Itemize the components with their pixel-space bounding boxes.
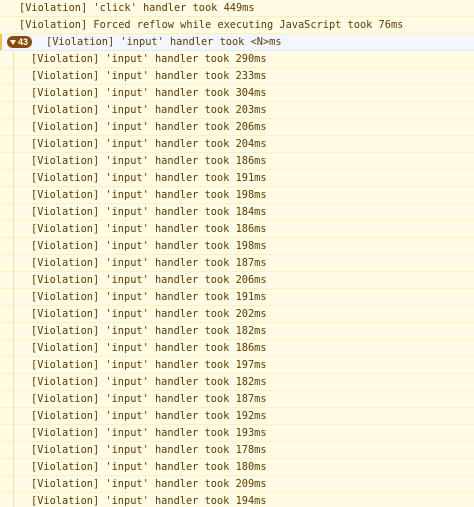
console-message[interactable]: [Violation] 'input' handler took 186ms	[0, 153, 474, 170]
console-message-text: [Violation] 'input' handler took 186ms	[31, 342, 267, 354]
console-message[interactable]: [Violation] 'input' handler took 191ms	[0, 170, 474, 187]
console-message[interactable]: [Violation] 'input' handler took 180ms	[0, 459, 474, 476]
console-message-text: [Violation] 'input' handler took 178ms	[31, 444, 267, 456]
console-message[interactable]: [Violation] 'input' handler took 194ms	[0, 493, 474, 507]
console-message-text: [Violation] 'input' handler took 184ms	[31, 206, 267, 218]
console-message-text: [Violation] 'input' handler took 202ms	[31, 308, 267, 320]
console-message[interactable]: [Violation] 'input' handler took 206ms	[0, 119, 474, 136]
console-message[interactable]: [Violation] 'input' handler took 187ms	[0, 391, 474, 408]
group-count-badge[interactable]: 43	[7, 36, 33, 48]
console-message[interactable]: [Violation] 'input' handler took 186ms	[0, 340, 474, 357]
group-count: 43	[18, 37, 29, 47]
group-accent-bar	[0, 34, 2, 50]
console-message[interactable]: [Violation] 'input' handler took 192ms	[0, 408, 474, 425]
console-message[interactable]: [Violation] 'input' handler took 209ms	[0, 476, 474, 493]
console-message-text: [Violation] 'input' handler took 233ms	[31, 70, 267, 82]
console-message-text: [Violation] 'input' handler took 206ms	[31, 274, 267, 286]
console-message-text: [Violation] Forced reflow while executin…	[19, 19, 404, 31]
console-message-text: [Violation] 'input' handler took 198ms	[31, 189, 267, 201]
console-message-text: [Violation] 'input' handler took 198ms	[31, 240, 267, 252]
console-message[interactable]: [Violation] 'input' handler took 197ms	[0, 357, 474, 374]
console-message-text: [Violation] 'input' handler took 209ms	[31, 478, 267, 490]
console-message-text: [Violation] 'input' handler took 304ms	[31, 87, 267, 99]
console-message-text: [Violation] 'input' handler took 197ms	[31, 359, 267, 371]
console-message[interactable]: [Violation] 'input' handler took 304ms	[0, 85, 474, 102]
console-message-text: [Violation] 'input' handler took 187ms	[31, 393, 267, 405]
console-message[interactable]: [Violation] 'input' handler took 187ms	[0, 255, 474, 272]
console-message-text: [Violation] 'input' handler took 193ms	[31, 427, 267, 439]
console-group-header[interactable]: 43 [Violation] 'input' handler took <N>m…	[0, 34, 474, 51]
console-message[interactable]: [Violation] 'click' handler took 449ms	[0, 0, 474, 17]
console-message-text: [Violation] 'input' handler took 204ms	[31, 138, 267, 150]
console-message[interactable]: [Violation] 'input' handler took 186ms	[0, 221, 474, 238]
console-message[interactable]: [Violation] 'input' handler took 182ms	[0, 374, 474, 391]
console-message[interactable]: [Violation] Forced reflow while executin…	[0, 17, 474, 34]
console-message-text: [Violation] 'input' handler took 192ms	[31, 410, 267, 422]
console-message-text: [Violation] 'input' handler took 187ms	[31, 257, 267, 269]
console-group-children: [Violation] 'input' handler took 290ms [V…	[0, 51, 474, 507]
console-panel: [Violation] 'click' handler took 449ms […	[0, 0, 474, 507]
console-message-text: [Violation] 'input' handler took 182ms	[31, 325, 267, 337]
console-message[interactable]: [Violation] 'input' handler took 233ms	[0, 68, 474, 85]
console-message[interactable]: [Violation] 'input' handler took 204ms	[0, 136, 474, 153]
console-message[interactable]: [Violation] 'input' handler took 182ms	[0, 323, 474, 340]
console-message-text: [Violation] 'input' handler took 203ms	[31, 104, 267, 116]
console-message-text: [Violation] 'input' handler took 191ms	[31, 291, 267, 303]
console-message[interactable]: [Violation] 'input' handler took 178ms	[0, 442, 474, 459]
console-message[interactable]: [Violation] 'input' handler took 184ms	[0, 204, 474, 221]
console-message[interactable]: [Violation] 'input' handler took 191ms	[0, 289, 474, 306]
group-label: [Violation] 'input' handler took <N>ms	[46, 36, 282, 48]
console-message-text: [Violation] 'input' handler took 191ms	[31, 172, 267, 184]
console-message[interactable]: [Violation] 'input' handler took 290ms	[0, 51, 474, 68]
console-message[interactable]: [Violation] 'input' handler took 203ms	[0, 102, 474, 119]
console-message-text: [Violation] 'input' handler took 194ms	[31, 495, 267, 507]
console-message-text: [Violation] 'input' handler took 182ms	[31, 376, 267, 388]
console-message[interactable]: [Violation] 'input' handler took 202ms	[0, 306, 474, 323]
console-message[interactable]: [Violation] 'input' handler took 193ms	[0, 425, 474, 442]
console-message[interactable]: [Violation] 'input' handler took 206ms	[0, 272, 474, 289]
expand-triangle-icon	[10, 39, 16, 45]
console-message-text: [Violation] 'input' handler took 186ms	[31, 155, 267, 167]
console-message-text: [Violation] 'input' handler took 186ms	[31, 223, 267, 235]
console-message[interactable]: [Violation] 'input' handler took 198ms	[0, 238, 474, 255]
console-message-text: [Violation] 'click' handler took 449ms	[19, 2, 255, 14]
console-message-text: [Violation] 'input' handler took 290ms	[31, 53, 267, 65]
console-message-text: [Violation] 'input' handler took 180ms	[31, 461, 267, 473]
console-message-text: [Violation] 'input' handler took 206ms	[31, 121, 267, 133]
console-message[interactable]: [Violation] 'input' handler took 198ms	[0, 187, 474, 204]
